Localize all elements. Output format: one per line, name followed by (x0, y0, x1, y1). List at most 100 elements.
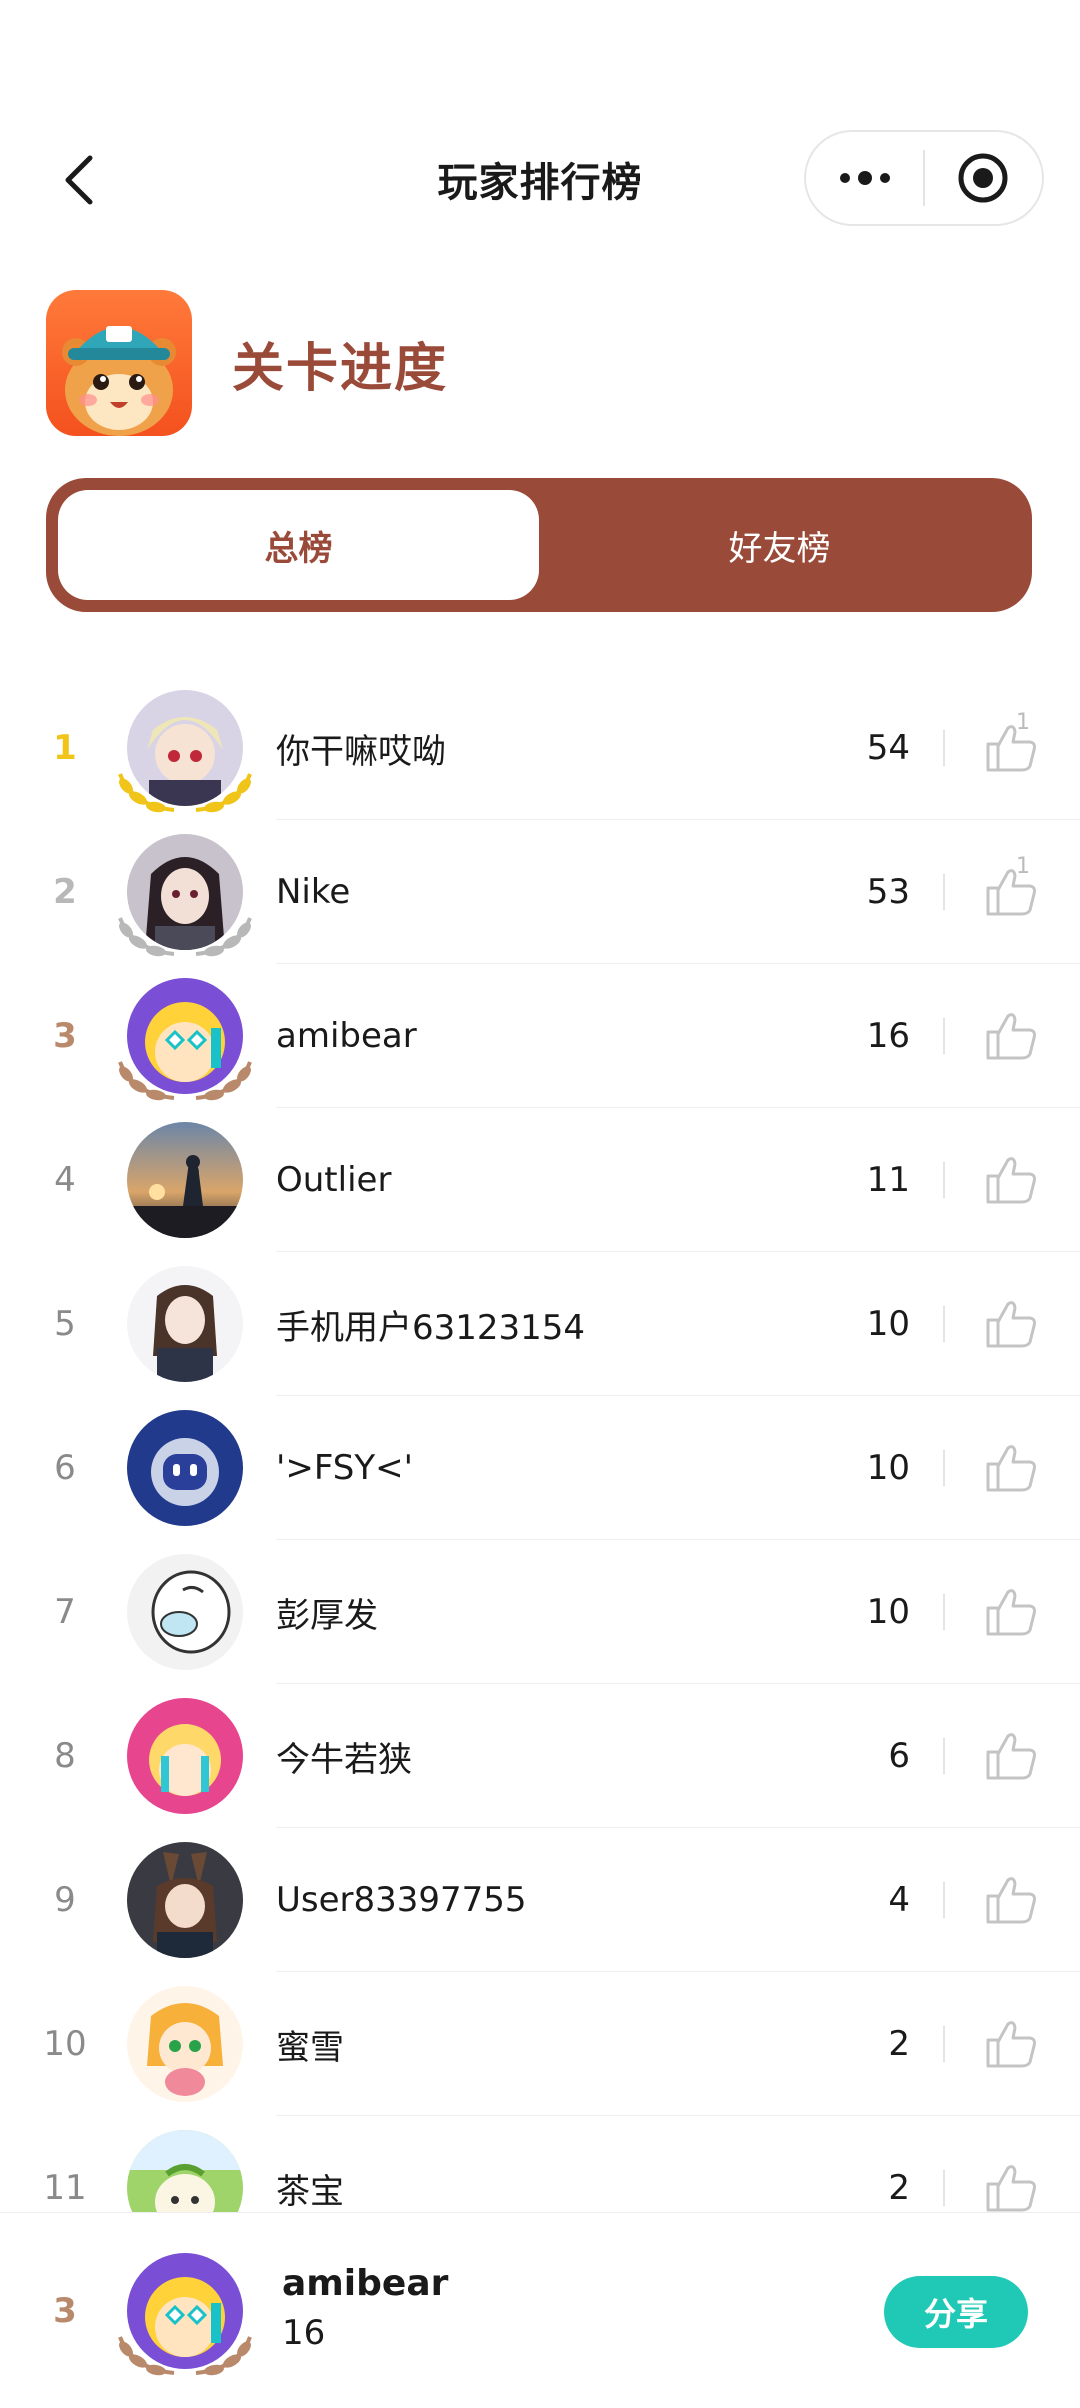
table-row: 6 '>FSY<' 10 (0, 1396, 1080, 1540)
avatar-wrap (112, 1402, 262, 1534)
thumbs-up-icon[interactable] (982, 2158, 1042, 2216)
player-score: 6 (888, 1736, 910, 1776)
divider (943, 1018, 945, 1054)
divider (943, 2026, 945, 2062)
divider (943, 1306, 945, 1342)
table-row: 8 今牛若狭 6 (0, 1684, 1080, 1828)
avatar-with-laurel (112, 682, 262, 814)
tab-overall[interactable]: 总榜 (58, 490, 539, 600)
target-close-icon (958, 153, 1008, 203)
avatar-wrap (112, 1978, 262, 2110)
thumbs-up-icon[interactable] (982, 2014, 1042, 2074)
table-row: 2 Nike 53 1 (0, 820, 1080, 964)
player-name: Nike (276, 872, 351, 912)
thumbs-up-icon[interactable] (982, 1726, 1042, 1786)
divider (943, 2170, 945, 2206)
player-score: 2 (888, 2168, 910, 2208)
rank-number: 10 (43, 2024, 87, 2064)
rank-number: 11 (43, 2168, 87, 2208)
avatar-wrap (112, 1258, 262, 1390)
avatar[interactable] (127, 1842, 243, 1958)
avatar-with-laurel (112, 826, 262, 958)
divider (943, 1450, 945, 1486)
close-miniprogram-button[interactable] (925, 130, 1042, 226)
silver-laurel-icon (118, 917, 252, 957)
avatar[interactable] (127, 1122, 243, 1238)
player-score: 2 (888, 2024, 910, 2064)
thumbs-up-icon[interactable] (982, 1438, 1042, 1498)
table-row: 5 手机用户63123154 10 (0, 1252, 1080, 1396)
avatar[interactable] (127, 2130, 243, 2216)
avatar-wrap (112, 1114, 262, 1246)
leaderboard-tabs: 总榜 好友榜 (46, 478, 1032, 612)
bronze-laurel-icon (118, 1061, 252, 1101)
mini-program-capsule (804, 130, 1044, 226)
rank-number: 9 (54, 1880, 76, 1920)
avatar[interactable] (127, 1410, 243, 1526)
player-name: User83397755 (276, 1880, 527, 1920)
player-score: 16 (866, 1016, 910, 1056)
rank-number: 6 (54, 1448, 76, 1488)
table-row: 7 彭厚发 10 (0, 1540, 1080, 1684)
share-button[interactable]: 分享 (884, 2276, 1028, 2348)
avatar-wrap (112, 1834, 262, 1966)
player-score: 10 (866, 1304, 910, 1344)
thumbs-up-icon[interactable] (982, 718, 1042, 778)
divider (943, 874, 945, 910)
thumbs-up-icon[interactable] (982, 1870, 1042, 1930)
player-score: 10 (866, 1448, 910, 1488)
table-row: 3 amibear 16 (0, 964, 1080, 1108)
player-score: 11 (866, 1160, 910, 1200)
table-row: 9 User83397755 4 (0, 1828, 1080, 1972)
divider (943, 1882, 945, 1918)
my-rank-number: 3 (53, 2291, 77, 2331)
rank-number: 7 (54, 1592, 76, 1632)
more-dots-icon (839, 171, 890, 185)
player-name: amibear (276, 1016, 417, 1056)
like-count: 1 (1016, 710, 1030, 735)
player-name: 今牛若狭 (276, 1739, 412, 1780)
rank-number: 5 (54, 1304, 76, 1344)
thumbs-up-icon[interactable] (982, 862, 1042, 922)
player-score: 10 (866, 1592, 910, 1632)
gold-laurel-icon (118, 773, 252, 813)
rank-number: 1 (53, 728, 77, 768)
thumbs-up-icon[interactable] (982, 1150, 1042, 1210)
thumbs-up-icon[interactable] (982, 1006, 1042, 1066)
divider (943, 730, 945, 766)
ranking-list[interactable]: 1 你干嘛哎呦 54 1 2 Nike 53 1 3 amibear 16 4 … (0, 676, 1080, 2216)
my-ranking-bar: 3 amibear 16 分享 (0, 2212, 1080, 2408)
player-name: 彭厚发 (276, 1595, 378, 1636)
bronze-laurel-icon (118, 2336, 252, 2376)
divider (943, 1738, 945, 1774)
rank-number: 3 (53, 1016, 77, 1056)
like-count: 1 (1016, 854, 1030, 879)
leaderboard-category-title: 关卡进度 (232, 338, 449, 399)
rank-number: 2 (53, 872, 77, 912)
more-button[interactable] (806, 130, 923, 226)
avatar-wrap (112, 2122, 262, 2216)
avatar[interactable] (127, 1986, 243, 2102)
player-score: 54 (866, 728, 910, 768)
player-name: 茶宝 (276, 2171, 344, 2212)
thumbs-up-icon[interactable] (982, 1582, 1042, 1642)
player-score: 53 (866, 872, 910, 912)
avatar-wrap (112, 1690, 262, 1822)
avatar[interactable] (127, 1266, 243, 1382)
player-name: '>FSY<' (276, 1448, 413, 1488)
divider (943, 1162, 945, 1198)
avatar-with-laurel (112, 970, 262, 1102)
game-header: 关卡进度 (46, 288, 448, 438)
my-name: amibear (282, 2263, 449, 2304)
table-row: 11 茶宝 2 (0, 2116, 1080, 2216)
my-score: 16 (282, 2313, 326, 2353)
rank-number: 4 (54, 1160, 76, 1200)
thumbs-up-icon[interactable] (982, 1294, 1042, 1354)
table-row: 10 蜜雪 2 (0, 1972, 1080, 2116)
tab-friends[interactable]: 好友榜 (539, 490, 1020, 600)
game-icon (46, 290, 192, 436)
player-score: 4 (888, 1880, 910, 1920)
table-row: 4 Outlier 11 (0, 1108, 1080, 1252)
avatar[interactable] (127, 1698, 243, 1814)
avatar[interactable] (127, 1554, 243, 1670)
